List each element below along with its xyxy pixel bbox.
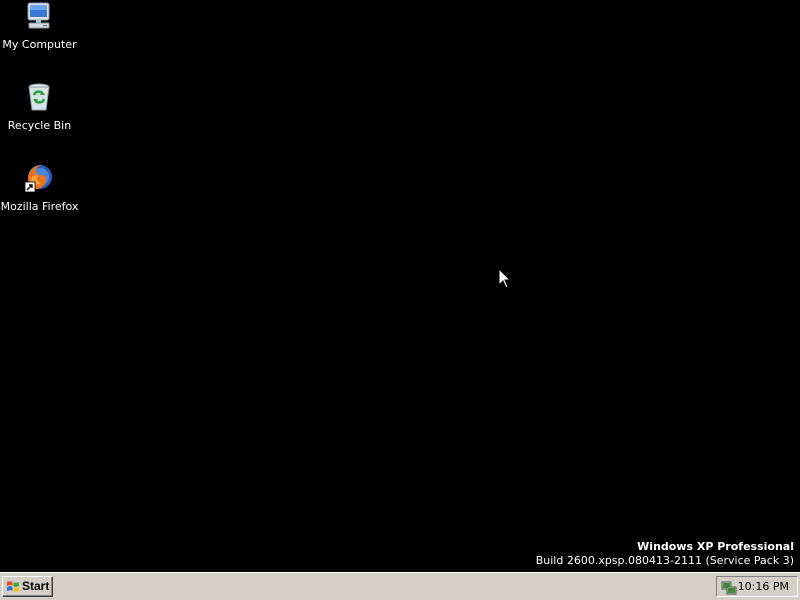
taskbar: Start 10:16 PM <box>0 572 800 600</box>
desktop-icon-mozilla-firefox[interactable]: Mozilla Firefox <box>0 162 79 232</box>
recycle-bin-label: Recycle Bin <box>7 119 72 132</box>
system-tray: 10:16 PM <box>716 576 798 597</box>
desktop-icon-recycle-bin[interactable]: Recycle Bin <box>0 81 79 151</box>
start-button[interactable]: Start <box>2 576 53 597</box>
desktop[interactable]: My Computer Recycle Bin Mozilla Firefox … <box>0 0 800 572</box>
mouse-pointer-icon <box>498 267 512 290</box>
firefox-shortcut-icon <box>23 162 55 194</box>
network-status-icon[interactable] <box>721 579 737 595</box>
my-computer-label: My Computer <box>2 38 77 51</box>
os-build-text: Build 2600.xpsp.080413-2111 (Service Pac… <box>535 554 794 567</box>
taskbar-clock[interactable]: 10:16 PM <box>738 580 789 593</box>
os-version-watermark: Windows XP Professional Build 2600.xpsp.… <box>536 540 794 568</box>
desktop-icon-my-computer[interactable]: My Computer <box>0 0 79 70</box>
start-label: Start <box>22 579 50 593</box>
os-edition-text: Windows XP Professional <box>637 540 794 553</box>
recycle-bin-icon <box>23 81 55 113</box>
mozilla-firefox-label: Mozilla Firefox <box>0 200 79 213</box>
my-computer-icon <box>23 0 55 32</box>
windows-logo-icon <box>6 580 20 593</box>
